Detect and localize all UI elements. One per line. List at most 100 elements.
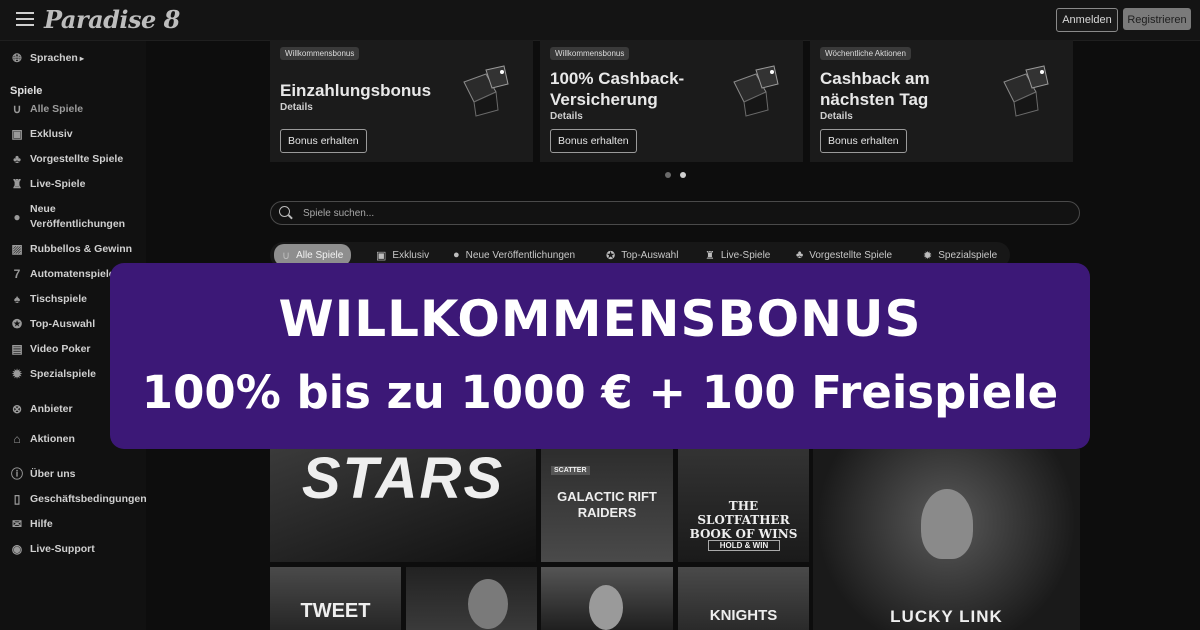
banner-details-link[interactable]: Details bbox=[820, 111, 853, 122]
sidebar-item-label: Exklusiv bbox=[30, 128, 73, 140]
carousel-dots bbox=[665, 172, 686, 178]
sidebar-item-label: Live-Spiele bbox=[30, 178, 86, 190]
banner-tag: Willkommensbonus bbox=[550, 47, 630, 60]
sidebar-item-help[interactable]: ✉ Hilfe bbox=[10, 517, 53, 531]
sidebar-item-label: Top-Auswahl bbox=[30, 318, 96, 330]
sidebar-item-label: Live-Support bbox=[30, 543, 95, 555]
dice-icon bbox=[463, 65, 509, 117]
dice-icon bbox=[1003, 65, 1049, 117]
tab-label: Top-Auswahl bbox=[621, 249, 679, 261]
site-logo[interactable]: Paradise 8 bbox=[44, 5, 180, 34]
sidebar-item-live-support[interactable]: ◉ Live-Support bbox=[10, 542, 95, 556]
tab-top-picks[interactable]: ✪ Top-Auswahl bbox=[606, 247, 678, 263]
sidebar-item-top-picks[interactable]: ✪ Top-Auswahl bbox=[10, 317, 95, 331]
promo-banner[interactable]: Wöchentliche Aktionen Cashback am nächst… bbox=[810, 40, 1073, 162]
slot-seven-icon: 7 bbox=[13, 267, 21, 281]
sidebar-item-providers[interactable]: ⊗ Anbieter bbox=[10, 402, 73, 416]
game-title: TWEET bbox=[300, 600, 371, 622]
sidebar-item-label: Rubbellos & Gewinn bbox=[30, 243, 133, 255]
medal-icon: ✪ bbox=[606, 249, 616, 262]
sidebar-item-all-games[interactable]: ∪ Alle Spiele bbox=[10, 102, 84, 116]
banner-title: Cashback am nächsten Tag bbox=[820, 69, 930, 109]
sidebar-item-scratch[interactable]: ▨ Rubbellos & Gewinn bbox=[10, 242, 132, 256]
overlay-title: WILLKOMMENSBONUS bbox=[278, 290, 922, 348]
cherries-icon: ● bbox=[453, 249, 460, 261]
game-tile[interactable]: TWEET bbox=[270, 567, 401, 630]
language-selector[interactable]: 🌐︎ Sprachen ▸ bbox=[10, 51, 84, 65]
banner-details-link[interactable]: Details bbox=[550, 111, 583, 122]
game-tile[interactable] bbox=[541, 567, 673, 630]
sidebar-item-slots[interactable]: 7 Automatenspiele bbox=[10, 267, 115, 281]
sidebar-item-label: Über uns bbox=[30, 468, 76, 480]
tab-live-games[interactable]: ♜ Live-Spiele bbox=[705, 247, 770, 263]
sidebar-item-label: Anbieter bbox=[30, 403, 73, 415]
sidebar-item-label: Spezialspiele bbox=[30, 368, 96, 380]
tab-label: Spezialspiele bbox=[938, 249, 998, 261]
live-dealer-icon: ♜ bbox=[705, 249, 715, 262]
game-character bbox=[921, 489, 973, 559]
video-poker-icon: ▤ bbox=[11, 342, 23, 356]
sidebar-item-label: Automatenspiele bbox=[30, 268, 115, 280]
promo-banner[interactable]: Willkommensbonus 100% Cashback-Versicher… bbox=[540, 40, 803, 162]
playing-card-icon: ♠ bbox=[13, 292, 21, 306]
globe-icon: 🌐︎ bbox=[12, 51, 22, 65]
sidebar-item-label: Hilfe bbox=[30, 518, 53, 530]
sidebar-item-live[interactable]: ♜ Live-Spiele bbox=[10, 177, 86, 191]
tab-featured[interactable]: ♣ Vorgestellte Spiele bbox=[796, 247, 892, 263]
game-tile[interactable] bbox=[406, 567, 537, 630]
clover-icon: ♣ bbox=[13, 152, 21, 166]
info-icon: ⓘ bbox=[10, 467, 23, 481]
gear-icon: ✹ bbox=[11, 367, 23, 381]
gift-icon: ⌂ bbox=[13, 432, 21, 446]
bonus-button[interactable]: Bonus erhalten bbox=[550, 129, 637, 153]
tab-label: Exklusiv bbox=[392, 249, 430, 261]
sidebar-item-video-poker[interactable]: ▤ Video Poker bbox=[10, 342, 91, 356]
sidebar-item-new[interactable]: ● Neue Veröffentlichungen bbox=[10, 202, 130, 232]
live-dealer-icon: ♜ bbox=[11, 177, 23, 191]
game-tile[interactable]: SCATTER GALACTIC RIFT RAIDERS bbox=[541, 449, 673, 562]
bonus-button[interactable]: Bonus erhalten bbox=[280, 129, 367, 153]
menu-icon[interactable] bbox=[16, 12, 34, 26]
dice-icon bbox=[733, 65, 779, 117]
register-button[interactable]: Registrieren bbox=[1123, 8, 1191, 30]
game-title: GALACTIC RIFT RAIDERS bbox=[557, 489, 657, 520]
sidebar-item-special[interactable]: ✹ Spezialspiele bbox=[10, 367, 96, 381]
sidebar-item-about[interactable]: ⓘ Über uns bbox=[10, 467, 76, 481]
providers-icon: ⊗ bbox=[11, 402, 23, 416]
tab-exclusive[interactable]: ▣ Exklusiv bbox=[376, 247, 429, 263]
sidebar-item-label: Video Poker bbox=[30, 343, 91, 355]
game-tile[interactable]: STARS bbox=[270, 449, 536, 562]
game-tile[interactable]: KNIGHTS bbox=[678, 567, 809, 630]
game-tile[interactable]: LUCKY LINK bbox=[813, 449, 1080, 630]
search-bar bbox=[270, 201, 1080, 225]
sidebar-item-label: Vorgestellte Spiele bbox=[30, 153, 124, 165]
sidebar-item-label: Tischspiele bbox=[30, 293, 88, 305]
tab-special[interactable]: ✹ Spezialspiele bbox=[923, 247, 997, 263]
gear-icon: ✹ bbox=[923, 249, 933, 262]
game-badge: HOLD & WIN bbox=[708, 540, 780, 551]
sidebar-item-label: Neue Veröffentlichungen bbox=[30, 203, 126, 230]
horseshoe-icon: ∪ bbox=[282, 249, 291, 262]
carousel-dot-active[interactable] bbox=[680, 172, 686, 178]
promo-banner[interactable]: Willkommensbonus Einzahlungsbonus Detail… bbox=[270, 40, 533, 162]
sidebar-item-terms[interactable]: ▯ Geschäftsbedingungen bbox=[10, 492, 147, 506]
sidebar-item-label: Alle Spiele bbox=[30, 103, 84, 115]
clover-icon: ♣ bbox=[796, 249, 804, 261]
search-input[interactable] bbox=[301, 204, 1005, 222]
sidebar-item-featured[interactable]: ♣ Vorgestellte Spiele bbox=[10, 152, 123, 166]
bonus-button[interactable]: Bonus erhalten bbox=[820, 129, 907, 153]
banner-tag: Willkommensbonus bbox=[280, 47, 360, 60]
mail-icon: ✉ bbox=[11, 517, 23, 531]
login-button[interactable]: Anmelden bbox=[1056, 8, 1118, 32]
tab-new-releases[interactable]: ● Neue Veröffentlichungen bbox=[453, 247, 575, 263]
banner-title: 100% Cashback-Versicherung bbox=[550, 69, 685, 109]
sidebar-item-exclusive[interactable]: ▣ Exklusiv bbox=[10, 127, 73, 141]
sidebar-item-promotions[interactable]: ⌂ Aktionen bbox=[10, 432, 75, 446]
game-title: STARS bbox=[301, 449, 505, 511]
tab-label: Live-Spiele bbox=[720, 249, 771, 261]
banner-details-link[interactable]: Details bbox=[280, 102, 313, 113]
sidebar-item-label: Geschäftsbedingungen bbox=[30, 493, 147, 505]
carousel-dot[interactable] bbox=[665, 172, 671, 178]
sidebar-item-table[interactable]: ♠ Tischspiele bbox=[10, 292, 87, 306]
game-tile[interactable]: THE SLOTFATHER BOOK OF WINS HOLD & WIN bbox=[678, 449, 809, 562]
